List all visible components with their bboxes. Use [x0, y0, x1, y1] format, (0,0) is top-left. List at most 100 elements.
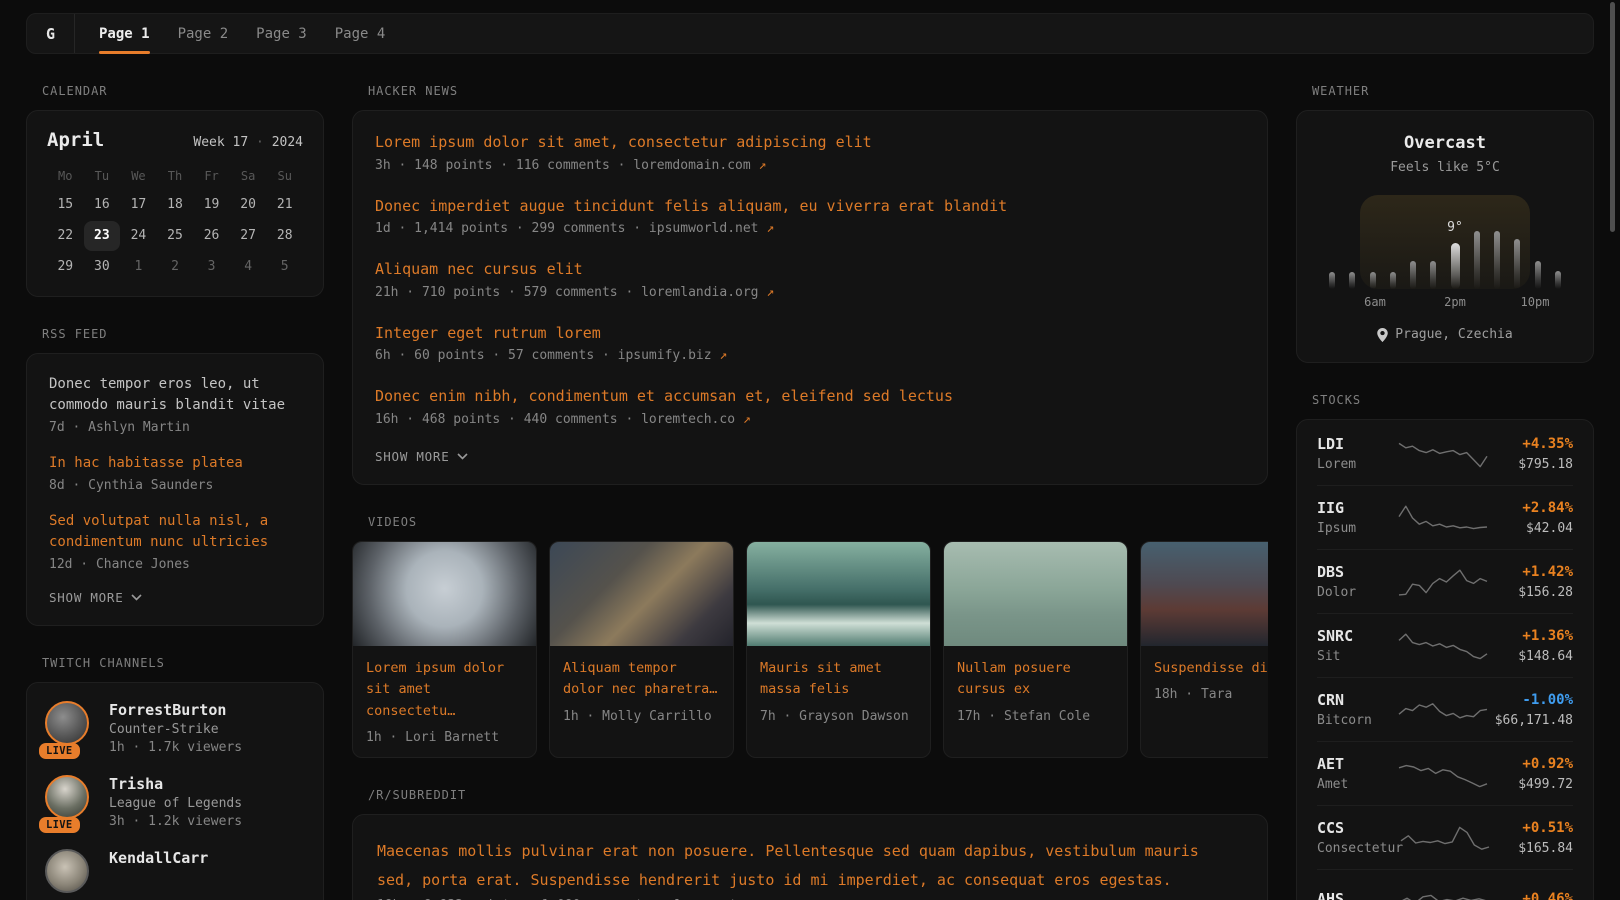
calendar-day: 28: [266, 221, 303, 251]
hn-item-title[interactable]: Donec enim nibh, condimentum et accumsan…: [375, 385, 1245, 408]
channel-meta: 1h · 1.7k viewers: [109, 740, 242, 755]
rss-section-label: RSS FEED: [42, 327, 324, 341]
stock-price: $148.64: [1489, 649, 1573, 664]
stocks-widget: LDILorem+4.35%$795.18IIGIpsum+2.84%$42.0…: [1296, 419, 1594, 900]
video-card[interactable]: Mauris sit amet massa felis 7h · Grayson…: [746, 541, 931, 759]
stock-ticker: CRN: [1317, 691, 1397, 709]
tab-page-4[interactable]: Page 4: [335, 14, 386, 53]
stock-price: $66,171.48: [1489, 713, 1573, 728]
stock-change-percent: +0.92%: [1489, 756, 1573, 772]
stock-sparkline: [1397, 692, 1489, 728]
stock-row[interactable]: DBSDolor+1.42%$156.28: [1317, 549, 1573, 613]
video-title: Lorem ipsum dolor sit amet consectetu…: [366, 658, 523, 723]
calendar-section-label: CALENDAR: [42, 84, 324, 98]
tab-page-2[interactable]: Page 2: [178, 14, 229, 53]
video-thumbnail: [353, 542, 536, 646]
calendar-day: 1: [120, 252, 157, 282]
video-meta: 18h · Tara: [1154, 687, 1268, 702]
video-card[interactable]: Aliquam tempor dolor nec pharetra… 1h · …: [549, 541, 734, 759]
external-link-icon: ↗: [766, 285, 774, 300]
hour-bar: [1390, 272, 1396, 289]
channel-name: ForrestBurton: [109, 701, 242, 719]
stock-row[interactable]: AHS+0.46%: [1317, 869, 1573, 900]
stock-row[interactable]: LDILorem+4.35%$795.18: [1317, 422, 1573, 485]
calendar-day: 20: [230, 190, 267, 220]
hour-bar: [1370, 272, 1376, 289]
hn-show-more-button[interactable]: SHOW MORE: [375, 449, 468, 464]
channel-name: KendallCarr: [109, 849, 208, 867]
channel-meta: 3h · 1.2k viewers: [109, 814, 242, 829]
stock-ticker: CCS: [1317, 819, 1399, 837]
scrollbar-thumb[interactable]: [1610, 2, 1615, 232]
hn-item-meta: 3h · 148 points · 116 comments · loremdo…: [375, 158, 1245, 173]
rss-item-title[interactable]: Sed volutpat nulla nisl, a condimentum n…: [49, 511, 301, 553]
stock-row[interactable]: SNRCSit+1.36%$148.64: [1317, 613, 1573, 677]
hn-item-title[interactable]: Aliquam nec cursus elit: [375, 258, 1245, 281]
stock-row[interactable]: CRNBitcorn-1.00%$66,171.48: [1317, 677, 1573, 741]
stock-change-percent: +4.35%: [1489, 436, 1573, 452]
calendar-day: 5: [266, 252, 303, 282]
stock-change-percent: +0.46%: [1489, 891, 1573, 900]
calendar-grid: MoTuWeThFrSaSu15161718192021222324252627…: [47, 163, 303, 282]
rss-show-more-button[interactable]: SHOW MORE: [49, 590, 142, 605]
calendar-weekday: Sa: [230, 163, 267, 189]
chevron-down-icon: [457, 453, 468, 460]
calendar-day: 15: [47, 190, 84, 220]
calendar-day: 21: [266, 190, 303, 220]
calendar-day: 29: [47, 252, 84, 282]
hn-item-title[interactable]: Integer eget rutrum lorem: [375, 322, 1245, 345]
calendar-day: 26: [193, 221, 230, 251]
tab-page-3[interactable]: Page 3: [256, 14, 307, 53]
avatar: [45, 701, 89, 745]
left-column: CALENDAR April Week 17 · 2024 MoTuWeThFr…: [26, 54, 324, 900]
video-card[interactable]: Suspendisse diam 18h · Tara: [1140, 541, 1268, 759]
hn-item: Donec imperdiet augue tincidunt felis al…: [375, 195, 1245, 237]
video-card[interactable]: Nullam posuere cursus ex 17h · Stefan Co…: [943, 541, 1128, 759]
avatar: [45, 775, 89, 819]
rss-item-title[interactable]: Donec tempor eros leo, ut commodo mauris…: [49, 374, 301, 416]
video-meta: 1h · Lori Barnett: [366, 730, 523, 745]
stock-ticker: DBS: [1317, 563, 1397, 581]
twitch-channel[interactable]: LIVE Trisha League of Legends 3h · 1.2k …: [45, 775, 305, 829]
stock-sparkline: [1397, 628, 1489, 664]
video-card[interactable]: Lorem ipsum dolor sit amet consectetu… 1…: [352, 541, 537, 759]
weather-section-label: WEATHER: [1312, 84, 1594, 98]
hour-bar: [1349, 272, 1355, 289]
stock-price: $165.84: [1491, 841, 1573, 856]
rss-item-meta: 8d · Cynthia Saunders: [49, 478, 301, 493]
current-hour-bar: [1451, 243, 1460, 289]
location-pin-icon: [1377, 328, 1388, 342]
stock-change-percent: -1.00%: [1489, 692, 1573, 708]
video-meta: 1h · Molly Carrillo: [563, 709, 720, 724]
video-meta: 17h · Stefan Cole: [957, 709, 1114, 724]
stock-row[interactable]: AETAmet+0.92%$499.72: [1317, 741, 1573, 805]
calendar-weekday: Su: [266, 163, 303, 189]
hn-section-label: HACKER NEWS: [368, 84, 1268, 98]
weather-time-labels: 6am2pm10pm: [1325, 295, 1565, 311]
stock-ticker: LDI: [1317, 435, 1397, 453]
hn-item-title[interactable]: Donec imperdiet augue tincidunt felis al…: [375, 195, 1245, 218]
calendar-month: April: [47, 129, 104, 151]
hn-item: Integer eget rutrum lorem 6h · 60 points…: [375, 322, 1245, 364]
stock-sparkline: [1399, 820, 1491, 856]
stock-change-percent: +1.42%: [1489, 564, 1573, 580]
stock-row[interactable]: CCSConsectetur+0.51%$165.84: [1317, 805, 1573, 869]
weather-location: Prague, Czechia: [1319, 327, 1571, 342]
video-thumbnail: [747, 542, 930, 646]
tab-page-1[interactable]: Page 1: [99, 14, 150, 53]
twitch-channel[interactable]: LIVE ForrestBurton Counter-Strike 1h · 1…: [45, 701, 305, 755]
twitch-channel[interactable]: KendallCarr: [45, 849, 305, 893]
calendar-week-year: Week 17 · 2024: [193, 135, 303, 150]
rss-item: Donec tempor eros leo, ut commodo mauris…: [49, 374, 301, 435]
hn-item: Donec enim nibh, condimentum et accumsan…: [375, 385, 1245, 427]
twitch-section-label: TWITCH CHANNELS: [42, 656, 324, 670]
subreddit-post-title[interactable]: Maecenas mollis pulvinar erat non posuer…: [377, 837, 1243, 894]
subreddit-post: Maecenas mollis pulvinar erat non posuer…: [377, 837, 1243, 900]
hn-item-title[interactable]: Lorem ipsum dolor sit amet, consectetur …: [375, 131, 1245, 154]
stock-row[interactable]: IIGIpsum+2.84%$42.04: [1317, 485, 1573, 549]
stock-price: $795.18: [1489, 457, 1573, 472]
calendar-day: 18: [157, 190, 194, 220]
calendar-day: 2: [157, 252, 194, 282]
calendar-day: 19: [193, 190, 230, 220]
rss-item-title[interactable]: In hac habitasse platea: [49, 453, 301, 474]
